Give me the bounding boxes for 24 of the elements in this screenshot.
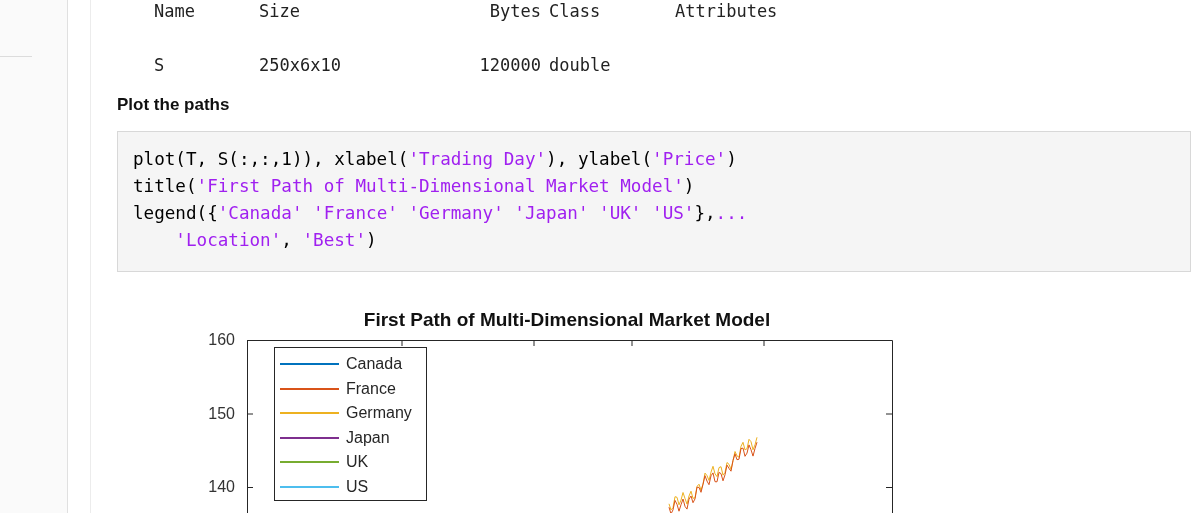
table-cell-text: double xyxy=(549,55,612,75)
table-cell-text: 250x6x10 xyxy=(258,55,342,75)
code-line: plot(T, S(:,:,1)), xlabel('Trading Day'), ylabel('Price') xyxy=(133,148,738,171)
y-tick-label: 140 xyxy=(208,478,235,495)
column-header: Attributes xyxy=(675,1,779,21)
column-header: Name xyxy=(154,1,196,21)
section-heading: Plot the paths xyxy=(117,95,231,116)
column-header: Size xyxy=(258,1,301,21)
legend-label: UK xyxy=(346,453,369,470)
legend-label: France xyxy=(346,379,396,397)
column-header: Bytes xyxy=(488,1,542,21)
chart-title: First Path of Multi-Dimensional Market Model xyxy=(363,309,771,330)
table-cell-text: S xyxy=(154,55,166,75)
table-cell-text: 120000 xyxy=(478,55,542,75)
y-tick-label: 160 xyxy=(208,331,235,348)
legend-label: Japan xyxy=(346,428,390,446)
legend-label: Canada xyxy=(346,355,403,372)
code-line: legend({'Canada' 'France' 'Germany' 'Japan' 'UK' 'US'},... xyxy=(133,202,749,225)
code-line: title('First Path of Multi-Dimensional Market Model') xyxy=(133,175,696,198)
legend-label: Germany xyxy=(346,404,412,421)
column-header: Class xyxy=(549,1,602,21)
code-line: 'Location', 'Best') xyxy=(174,229,378,252)
y-tick-label: 150 xyxy=(208,404,235,422)
legend-label: US xyxy=(346,477,369,495)
